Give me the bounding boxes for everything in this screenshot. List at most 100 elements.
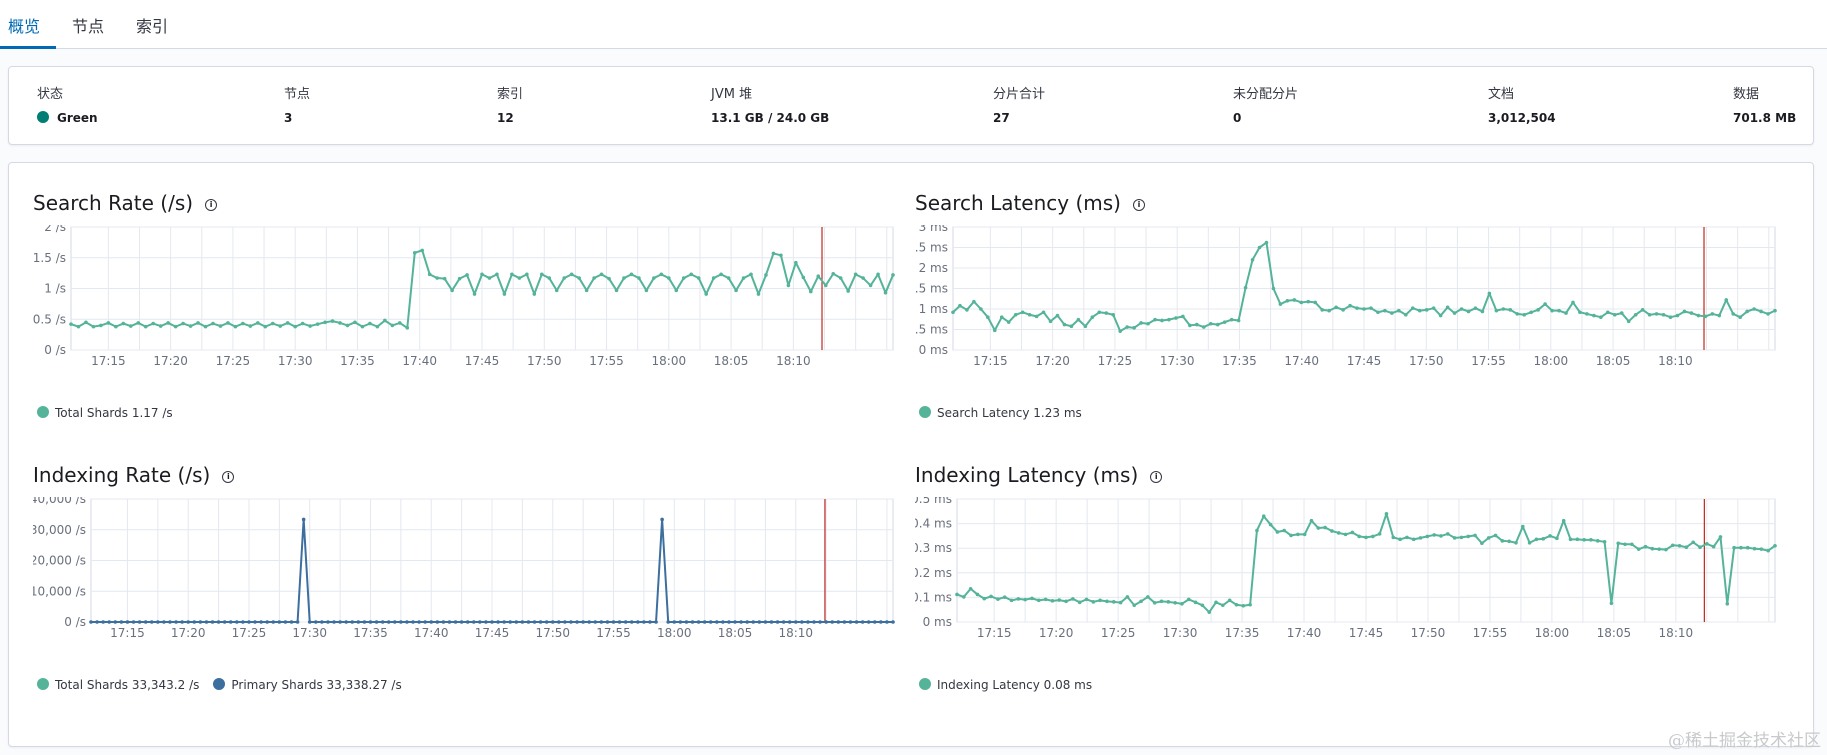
x-tick-label: 17:15 (973, 354, 1008, 368)
data-point (1752, 307, 1756, 311)
y-tick-label: 20,000 /s (33, 554, 86, 568)
indexing-rate-plot[interactable]: 0 /s 10,000 /s 20,000 /s 30,000 /s 40,000 /s… (33, 497, 903, 657)
data-point (836, 620, 841, 624)
data-point (1759, 547, 1764, 551)
data-point (1118, 329, 1122, 333)
docs-value: 3,012,504 (1488, 111, 1556, 125)
data-point (812, 620, 816, 624)
data-point (241, 321, 245, 326)
data-point (962, 595, 966, 599)
x-tick-label: 17:30 (278, 354, 313, 368)
y-tick-label: 2.5 ms (915, 241, 948, 255)
data-point (629, 272, 634, 277)
x-tick-label: 17:45 (1347, 354, 1382, 368)
data-point (188, 324, 193, 328)
legend-item[interactable]: Primary Shards 33,338.27 /s (213, 678, 402, 692)
data-point (1405, 535, 1409, 540)
data-point (831, 271, 836, 276)
x-tick-label: 17:40 (1287, 626, 1322, 640)
data-point (107, 620, 112, 624)
status-value: Green (57, 111, 98, 125)
data-point (1582, 538, 1586, 542)
data-point (1661, 312, 1666, 317)
data-point (1384, 511, 1389, 516)
data-point (121, 321, 126, 326)
legend-item[interactable]: Total Shards 1.17 /s (37, 406, 173, 420)
data-point (447, 620, 452, 624)
data-point (1043, 597, 1048, 602)
data-point (1111, 312, 1116, 317)
data-point (1459, 535, 1464, 540)
data-point (156, 620, 160, 624)
y-tick-label: 1.5 ms (915, 282, 948, 296)
data-point (235, 620, 239, 624)
data-point (623, 620, 628, 624)
data-point (89, 620, 93, 624)
data-point (465, 273, 469, 277)
legend-item[interactable]: Search Latency 1.23 ms (919, 406, 1082, 420)
data-point (1159, 599, 1164, 604)
legend-item[interactable]: Total Shards 33,343.2 /s (37, 678, 199, 692)
data-point (1250, 258, 1255, 262)
data-point (764, 273, 768, 277)
data-point (270, 321, 275, 326)
data-point (271, 620, 276, 624)
data-point (1255, 528, 1259, 533)
tab-indices[interactable]: 索引 (136, 13, 168, 37)
data-point (569, 272, 574, 277)
data-point (186, 620, 191, 624)
data-point (1411, 537, 1416, 542)
legend-item[interactable]: Indexing Latency 0.08 ms (919, 678, 1092, 692)
summary-nodes: 节点 3 (284, 83, 310, 125)
data-point (775, 620, 780, 624)
data-point (1520, 524, 1525, 529)
data-point (816, 274, 821, 278)
search-latency-plot[interactable]: 0 ms 0.5 ms 1 ms 1.5 ms 2 ms 2.5 ms 3 ms 17:15 1… (915, 225, 1785, 385)
data-point (1657, 547, 1661, 551)
data-point (256, 321, 260, 325)
data-point (1670, 543, 1675, 548)
data-point (1609, 601, 1614, 606)
data-point (136, 321, 141, 325)
data-point (375, 324, 380, 329)
y-tick-label: 40,000 /s (33, 497, 86, 506)
data-point (1275, 530, 1280, 534)
data-point (968, 586, 973, 591)
info-icon[interactable]: i (1133, 199, 1145, 211)
data-point (1034, 314, 1039, 319)
data-point (885, 620, 889, 624)
tab-overview[interactable]: 概览 (8, 13, 40, 37)
y-tick-label: 0.1 ms (915, 590, 952, 604)
data-point (1236, 318, 1241, 323)
data-point (1064, 599, 1068, 604)
tab-nodes[interactable]: 节点 (72, 13, 104, 37)
data-point (721, 620, 725, 624)
legend-label: Primary Shards 33,338.27 /s (231, 678, 402, 692)
data-point (793, 620, 798, 624)
data-point (1030, 596, 1034, 601)
indexing-latency-plot[interactable]: 0 ms 0.1 ms 0.2 ms 0.3 ms 0.4 ms 0.5 ms 17:15 1… (915, 497, 1785, 657)
data-point (1650, 546, 1655, 551)
info-icon[interactable]: i (1150, 471, 1163, 483)
indexing-latency-title: Indexing Latency (ms) (915, 463, 1139, 487)
data-point (137, 620, 142, 624)
data-point (1571, 300, 1575, 305)
data-point (1201, 325, 1206, 329)
info-icon[interactable]: i (222, 471, 235, 483)
data-point (629, 620, 634, 624)
data-point (1390, 311, 1394, 315)
data-point (198, 620, 203, 624)
data-point (678, 620, 683, 624)
search-rate-plot[interactable]: 0 /s 0.5 /s 1 /s 1.5 /s 2 /s 17:15 17:20 17:25 1… (33, 225, 903, 385)
data-point (1439, 534, 1443, 538)
data-point (1261, 514, 1266, 519)
info-icon[interactable]: i (205, 199, 218, 211)
data-point (259, 620, 263, 624)
indexing-rate-legend: Total Shards 33,343.2 /s Primary Shards 3… (37, 678, 416, 692)
data-point (622, 276, 626, 280)
data-point (114, 324, 118, 329)
data-point (1362, 307, 1366, 311)
data-point (495, 272, 499, 277)
data-point (1564, 311, 1568, 315)
data-point (1397, 308, 1401, 313)
